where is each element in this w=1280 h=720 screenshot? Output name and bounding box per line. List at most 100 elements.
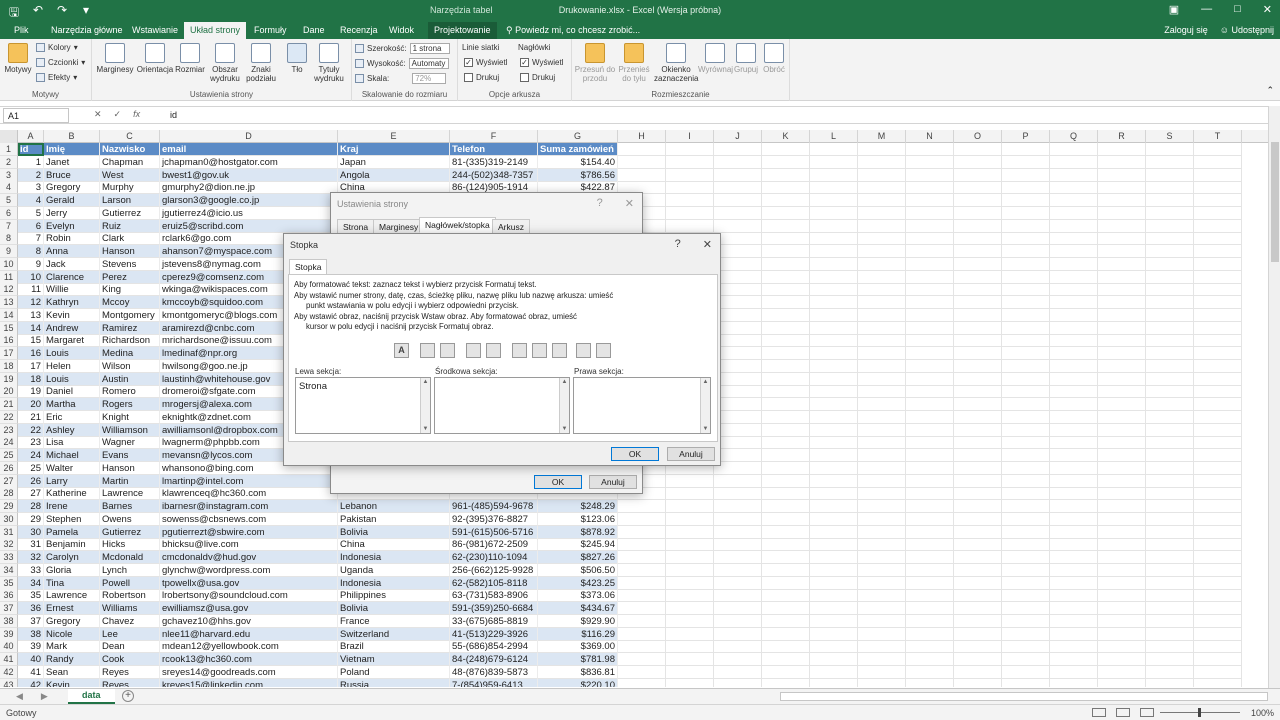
margins-button[interactable]: Marginesy bbox=[96, 43, 134, 74]
empty-cell[interactable] bbox=[1002, 181, 1050, 195]
empty-cell[interactable] bbox=[714, 359, 762, 373]
empty-cell[interactable] bbox=[1098, 589, 1146, 603]
column-header[interactable]: J bbox=[714, 130, 762, 143]
table-cell[interactable]: 84-(248)679-6124 bbox=[450, 653, 538, 666]
table-cell[interactable]: $434.67 bbox=[538, 602, 618, 615]
table-header-cell[interactable]: id bbox=[18, 143, 44, 156]
empty-cell[interactable] bbox=[810, 245, 858, 258]
table-cell[interactable]: Mcdonald bbox=[100, 551, 160, 564]
table-cell[interactable]: Russia bbox=[338, 678, 450, 687]
empty-cell[interactable] bbox=[1002, 398, 1050, 411]
add-sheet-icon[interactable]: + bbox=[122, 690, 134, 702]
empty-cell[interactable] bbox=[1098, 245, 1146, 258]
empty-cell[interactable] bbox=[1146, 168, 1194, 182]
row-header[interactable]: 19 bbox=[0, 372, 18, 386]
table-cell[interactable]: 42 bbox=[18, 678, 44, 687]
row-header[interactable]: 2 bbox=[0, 155, 18, 169]
empty-cell[interactable] bbox=[954, 436, 1002, 450]
empty-cell[interactable] bbox=[1098, 168, 1146, 182]
table-cell[interactable]: bhicksu@live.com bbox=[160, 538, 338, 552]
empty-cell[interactable] bbox=[1146, 232, 1194, 246]
size-button[interactable]: Rozmiar bbox=[174, 43, 206, 74]
table-cell[interactable]: Randy bbox=[44, 653, 100, 666]
empty-cell[interactable] bbox=[1050, 525, 1098, 539]
empty-cell[interactable] bbox=[906, 423, 954, 437]
empty-cell[interactable] bbox=[1098, 461, 1146, 475]
right-section-input[interactable]: ▲ ▼ bbox=[573, 377, 711, 434]
table-cell[interactable]: 9 bbox=[18, 257, 44, 271]
table-cell[interactable]: Chavez bbox=[100, 614, 160, 628]
empty-cell[interactable] bbox=[906, 206, 954, 220]
empty-cell[interactable] bbox=[1194, 372, 1242, 386]
empty-cell[interactable] bbox=[954, 525, 1002, 539]
empty-cell[interactable] bbox=[1146, 525, 1194, 539]
table-cell[interactable]: kreyes15@linkedin.com bbox=[160, 678, 338, 687]
empty-cell[interactable] bbox=[906, 257, 954, 271]
empty-cell[interactable] bbox=[906, 143, 954, 156]
right-section-scrollbar[interactable]: ▲ ▼ bbox=[700, 378, 710, 433]
empty-cell[interactable] bbox=[1098, 487, 1146, 501]
send-backward-button[interactable]: Przenieś do tyłu bbox=[616, 43, 652, 83]
empty-cell[interactable] bbox=[1146, 245, 1194, 258]
empty-cell[interactable] bbox=[666, 589, 714, 603]
table-cell[interactable]: Helen bbox=[44, 359, 100, 373]
row-header[interactable]: 37 bbox=[0, 602, 18, 615]
table-cell[interactable]: 23 bbox=[18, 436, 44, 450]
empty-cell[interactable] bbox=[1002, 563, 1050, 577]
empty-cell[interactable] bbox=[1146, 143, 1194, 156]
empty-cell[interactable] bbox=[1050, 245, 1098, 258]
empty-cell[interactable] bbox=[1194, 576, 1242, 590]
empty-cell[interactable] bbox=[954, 398, 1002, 411]
empty-cell[interactable] bbox=[1050, 640, 1098, 654]
row-header[interactable]: 11 bbox=[0, 270, 18, 284]
table-cell[interactable]: Kevin bbox=[44, 678, 100, 687]
empty-cell[interactable] bbox=[1194, 474, 1242, 488]
empty-cell[interactable] bbox=[1098, 308, 1146, 322]
empty-cell[interactable] bbox=[1098, 206, 1146, 220]
table-cell[interactable]: Richardson bbox=[100, 334, 160, 348]
empty-cell[interactable] bbox=[1146, 678, 1194, 687]
empty-cell[interactable] bbox=[1194, 143, 1242, 156]
empty-cell[interactable] bbox=[666, 525, 714, 539]
empty-cell[interactable] bbox=[1098, 321, 1146, 335]
column-header[interactable]: K bbox=[762, 130, 810, 143]
empty-cell[interactable] bbox=[1098, 423, 1146, 437]
empty-cell[interactable] bbox=[1002, 487, 1050, 501]
empty-cell[interactable] bbox=[906, 614, 954, 628]
empty-cell[interactable] bbox=[1146, 487, 1194, 501]
empty-cell[interactable] bbox=[1098, 385, 1146, 399]
empty-cell[interactable] bbox=[954, 168, 1002, 182]
table-cell[interactable]: 33-(675)685-8819 bbox=[450, 614, 538, 628]
empty-cell[interactable] bbox=[810, 181, 858, 195]
empty-cell[interactable] bbox=[1146, 576, 1194, 590]
empty-cell[interactable] bbox=[858, 525, 906, 539]
table-cell[interactable]: 3 bbox=[18, 181, 44, 195]
empty-cell[interactable] bbox=[906, 602, 954, 615]
table-cell[interactable]: 28 bbox=[18, 500, 44, 513]
empty-cell[interactable] bbox=[714, 449, 762, 462]
empty-cell[interactable] bbox=[1050, 665, 1098, 679]
empty-cell[interactable] bbox=[762, 321, 810, 335]
empty-cell[interactable] bbox=[714, 257, 762, 271]
tab-home[interactable]: Narzędzia główne bbox=[45, 24, 129, 36]
empty-cell[interactable] bbox=[1146, 321, 1194, 335]
table-cell[interactable]: nlee11@harvard.edu bbox=[160, 627, 338, 641]
table-cell[interactable]: Sean bbox=[44, 665, 100, 679]
column-header[interactable]: A bbox=[18, 130, 44, 143]
empty-cell[interactable] bbox=[1050, 296, 1098, 309]
empty-cell[interactable] bbox=[1050, 359, 1098, 373]
table-cell[interactable]: bwest1@gov.uk bbox=[160, 168, 338, 182]
empty-cell[interactable] bbox=[810, 206, 858, 220]
table-cell[interactable]: Tina bbox=[44, 576, 100, 590]
vertical-scroll-thumb[interactable] bbox=[1271, 142, 1279, 262]
zoom-slider-knob[interactable] bbox=[1198, 708, 1201, 717]
empty-cell[interactable] bbox=[858, 232, 906, 246]
table-cell[interactable]: lmartinp@intel.com bbox=[160, 474, 338, 488]
row-header[interactable]: 36 bbox=[0, 589, 18, 603]
empty-cell[interactable] bbox=[714, 627, 762, 641]
empty-cell[interactable] bbox=[714, 155, 762, 169]
row-header[interactable]: 28 bbox=[0, 487, 18, 501]
row-header[interactable]: 27 bbox=[0, 474, 18, 488]
empty-cell[interactable] bbox=[1194, 461, 1242, 475]
empty-cell[interactable] bbox=[810, 347, 858, 360]
